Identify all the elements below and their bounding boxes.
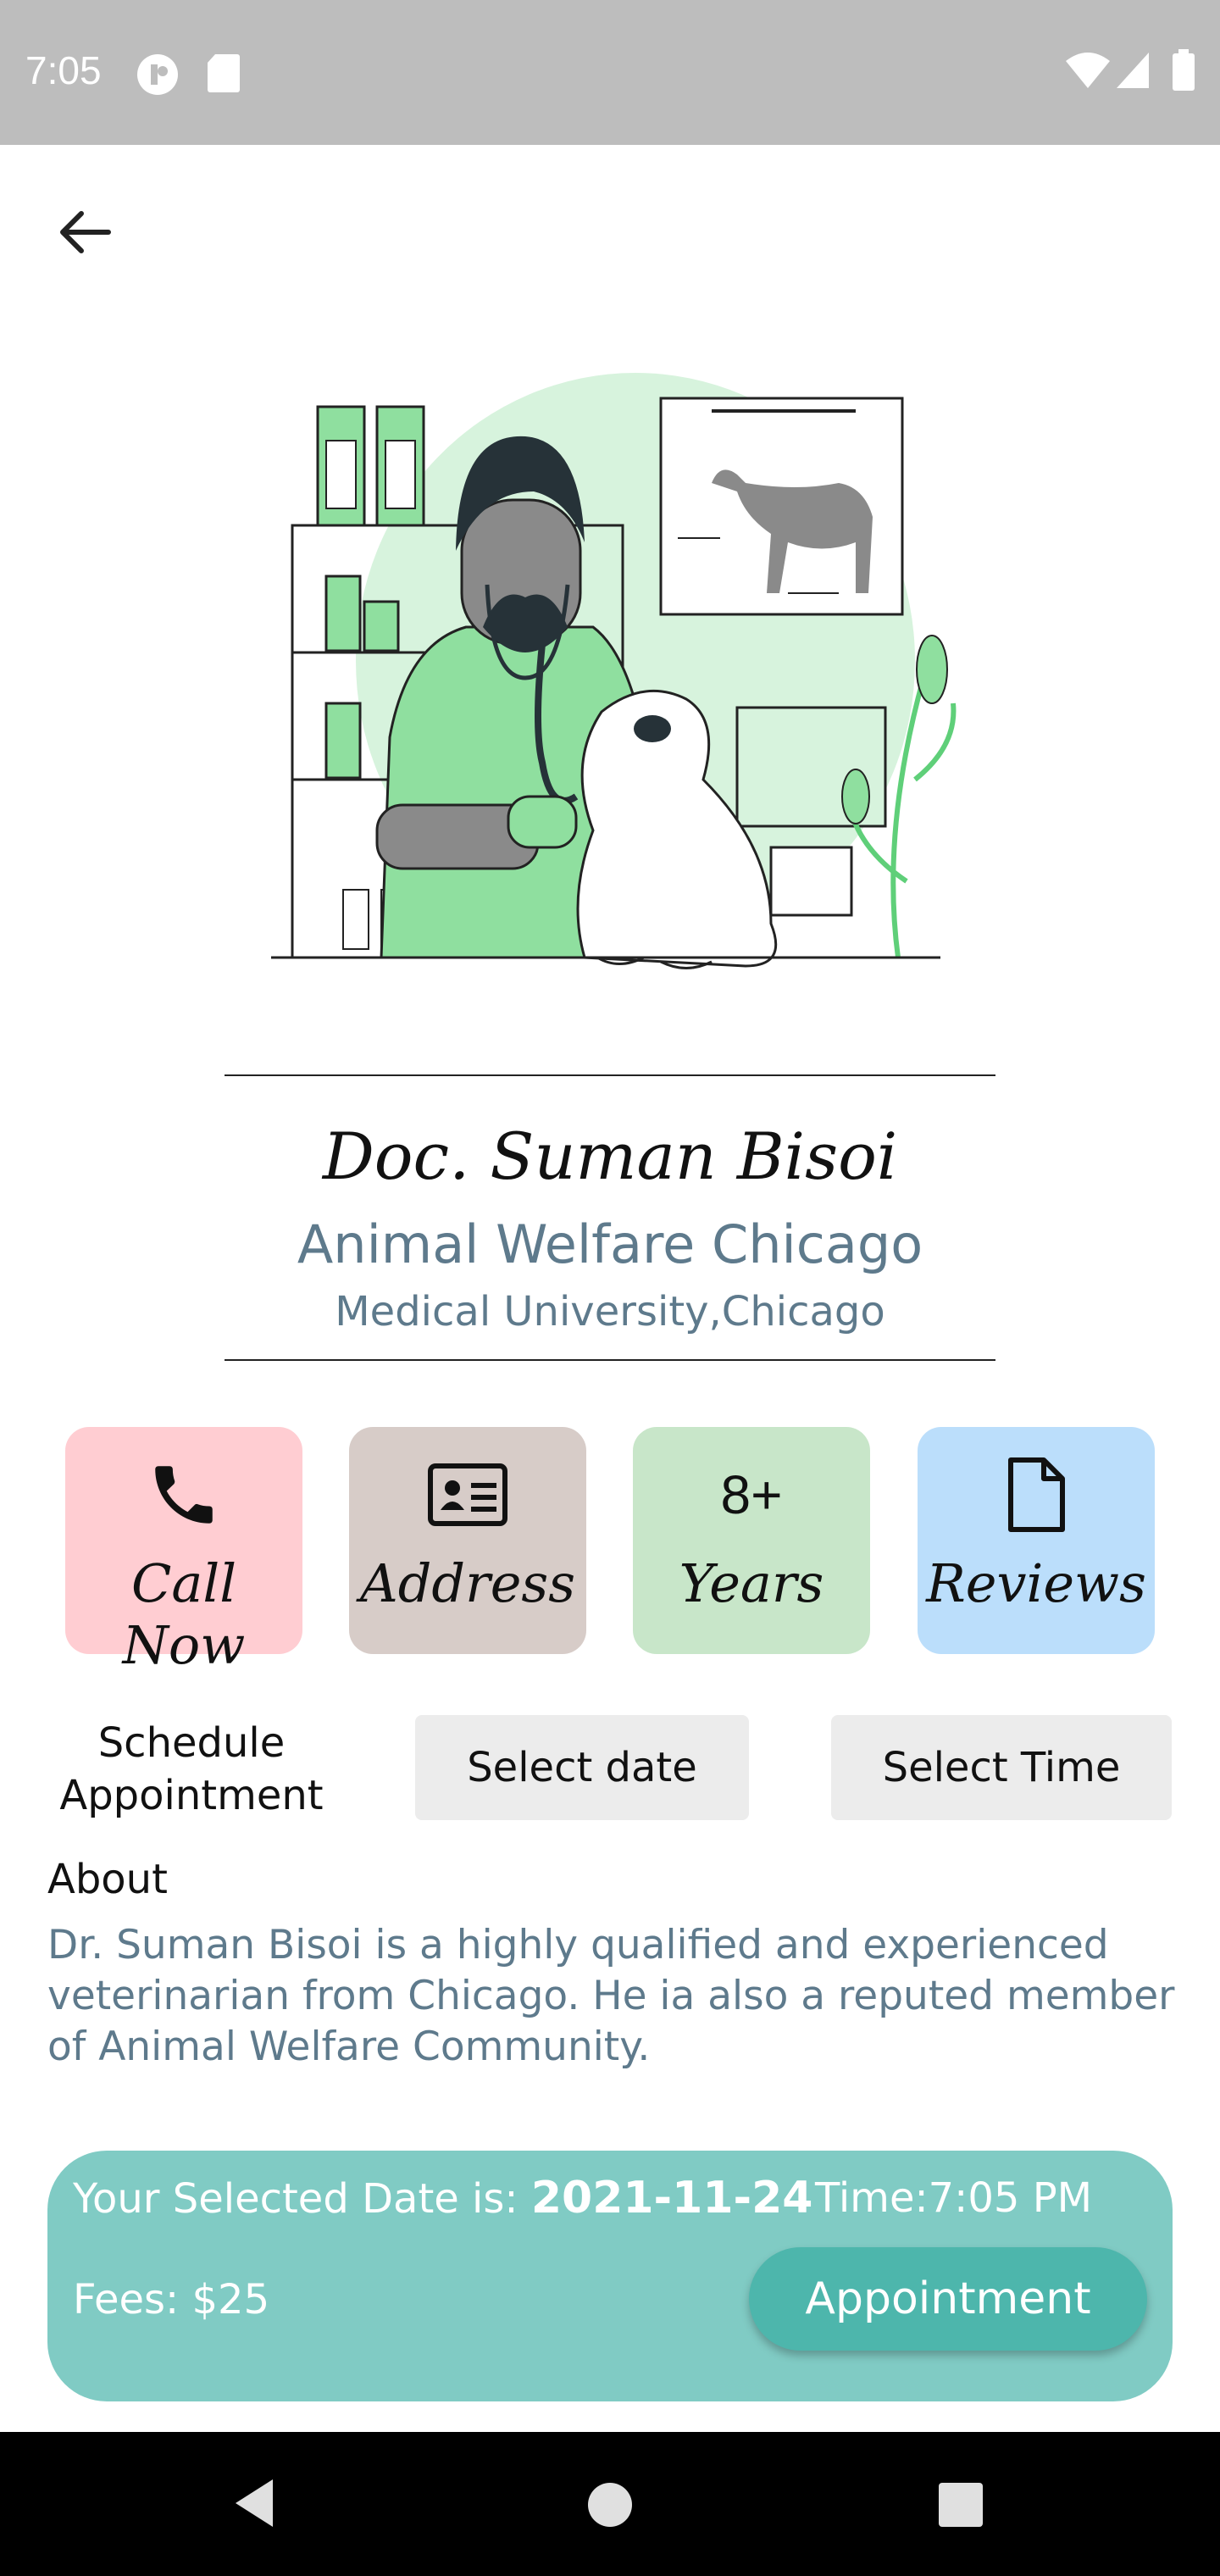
signal-icon xyxy=(1117,53,1149,88)
doctor-organization: Animal Welfare Chicago xyxy=(297,1213,923,1275)
appointment-button[interactable]: Appointment xyxy=(749,2247,1147,2351)
veterinarian-illustration xyxy=(271,373,957,969)
selected-time-text: Time:7:05 PM xyxy=(815,2174,1093,2222)
document-icon xyxy=(1008,1457,1065,1532)
reviews-card[interactable]: Reviews xyxy=(918,1427,1155,1654)
divider-bottom xyxy=(225,1359,995,1361)
select-date-button[interactable]: Select date xyxy=(415,1715,749,1820)
nav-back-icon[interactable] xyxy=(230,2476,278,2530)
selected-date-text: Your Selected Date is: 2021-11-24 xyxy=(73,2173,813,2223)
select-time-button[interactable]: Select Time xyxy=(831,1715,1172,1820)
status-time: 7:05 xyxy=(25,48,102,92)
experience-label: Years xyxy=(679,1552,824,1614)
navigation-bar xyxy=(0,2432,1220,2576)
doctor-name: Doc. Suman Bisoi xyxy=(322,1119,898,1194)
wifi-icon xyxy=(1066,53,1110,88)
selected-date-value: 2021-11-24 xyxy=(530,2173,813,2223)
nav-recents-icon[interactable] xyxy=(937,2481,984,2529)
experience-card[interactable]: 8+ Years xyxy=(633,1427,870,1654)
phone-icon xyxy=(155,1466,213,1524)
reviews-label: Reviews xyxy=(926,1552,1146,1614)
address-label: Address xyxy=(359,1552,576,1614)
call-now-label: Call Now xyxy=(122,1552,246,1676)
doctor-university: Medical University,Chicago xyxy=(335,1288,885,1335)
experience-number: 8+ xyxy=(720,1464,783,1525)
divider-top xyxy=(225,1074,995,1076)
about-text: Dr. Suman Bisoi is a highly qualified an… xyxy=(47,1922,1175,2070)
app-notification-icon xyxy=(137,54,178,95)
battery-icon xyxy=(1173,49,1195,91)
schedule-appointment-label: Schedule Appointment xyxy=(59,1719,324,1819)
fees-text: Fees: $25 xyxy=(73,2276,270,2323)
back-arrow-icon[interactable] xyxy=(49,197,120,268)
address-card[interactable]: Address xyxy=(349,1427,586,1654)
call-now-card[interactable]: Call Now xyxy=(65,1427,302,1676)
nav-home-icon[interactable] xyxy=(586,2481,634,2529)
address-card-icon xyxy=(428,1463,507,1526)
status-bar: 7:05 xyxy=(0,0,1220,145)
sd-card-icon xyxy=(208,54,240,92)
about-heading: About xyxy=(47,1856,168,1903)
